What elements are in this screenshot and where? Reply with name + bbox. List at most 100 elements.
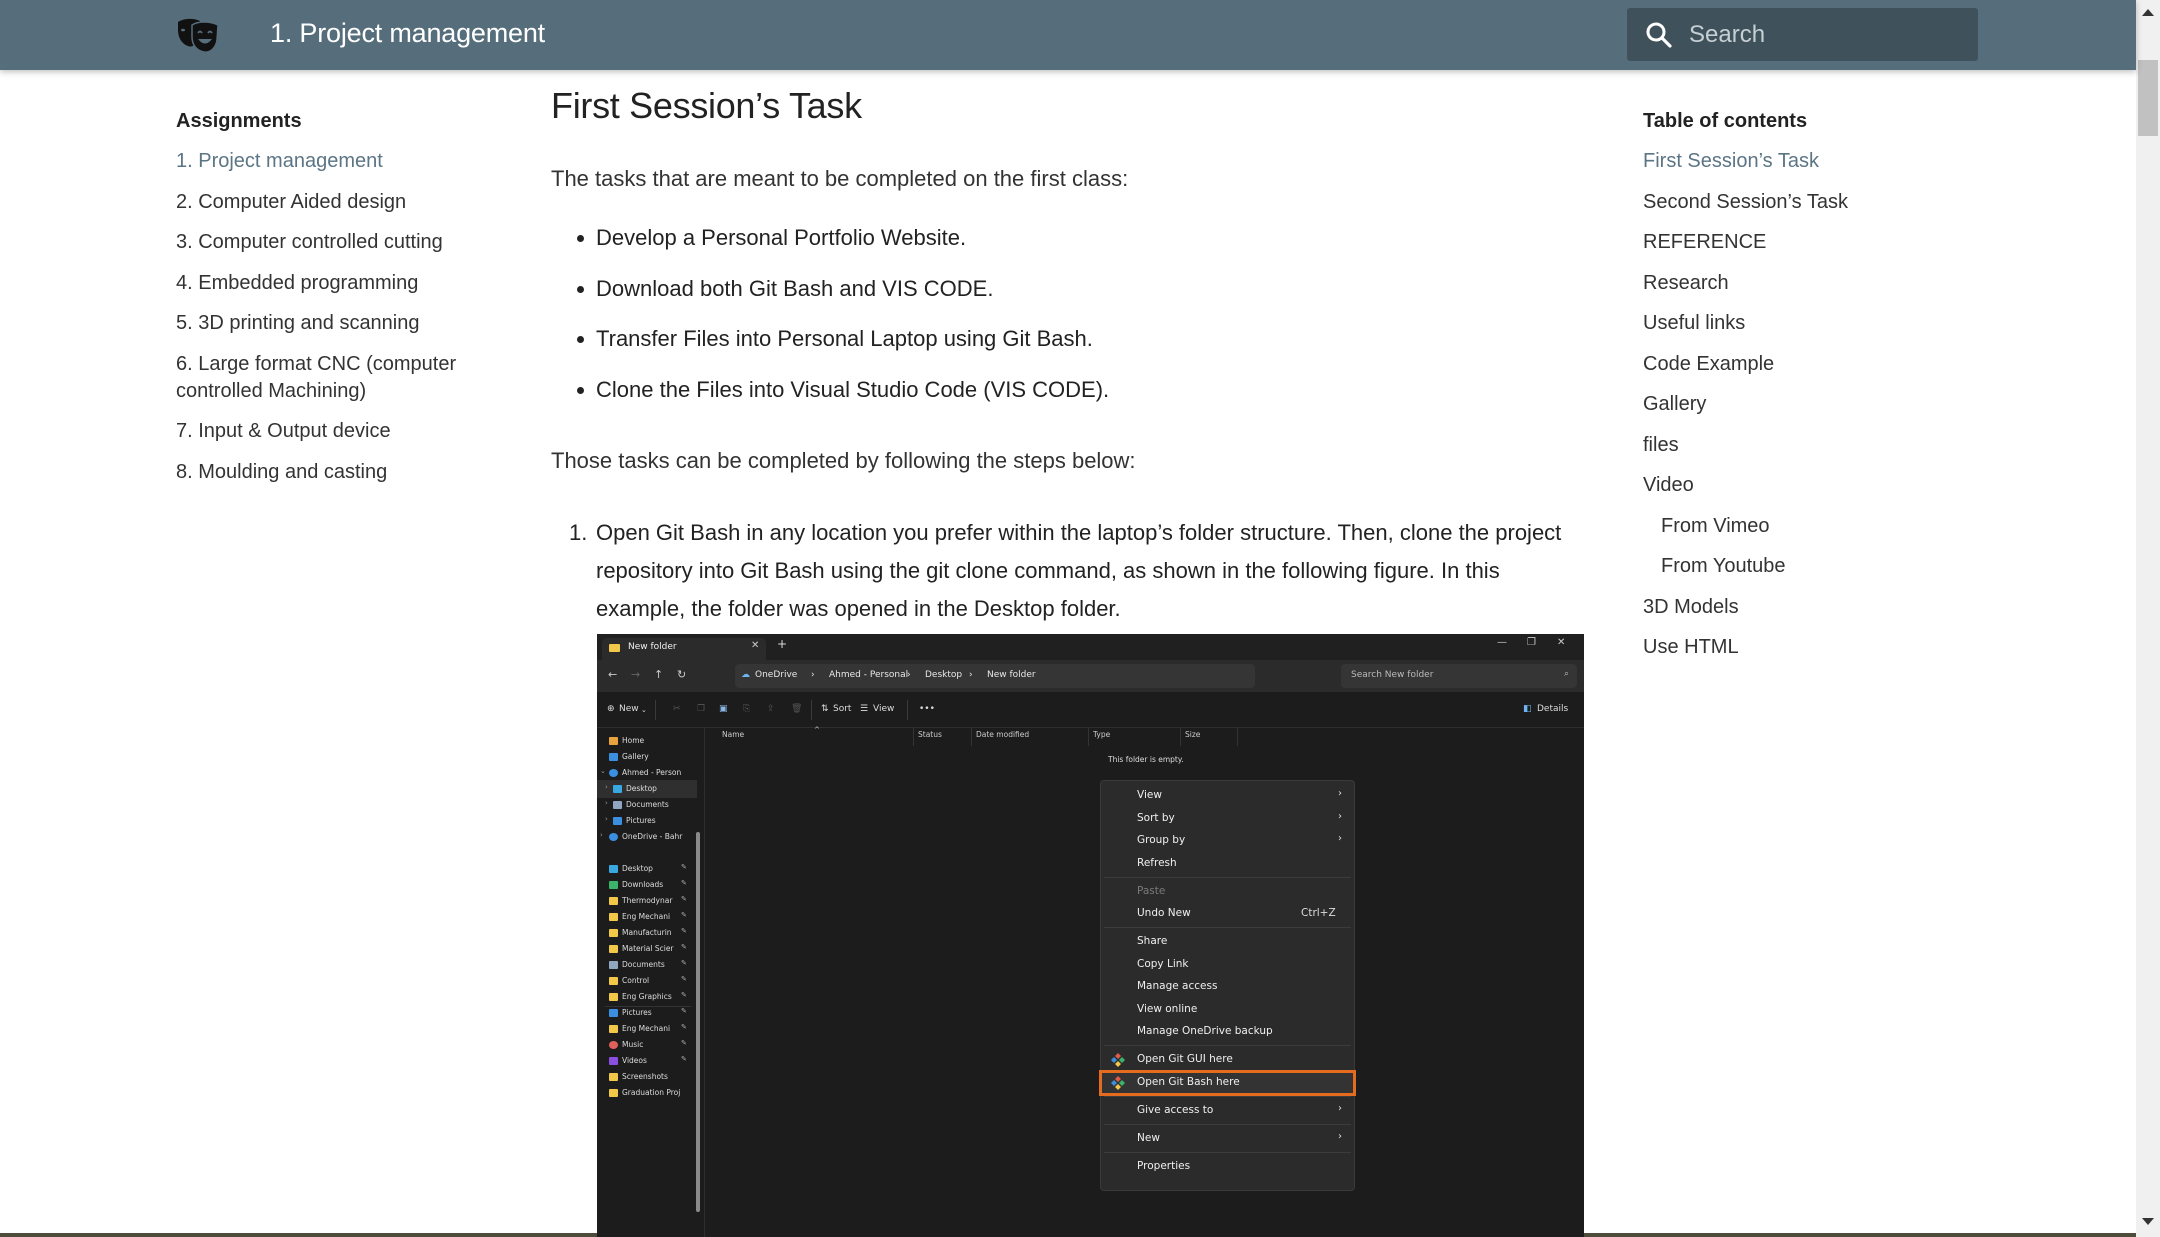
page-header-title: 1. Project management	[270, 18, 545, 48]
copy-icon: ❐	[697, 704, 706, 714]
steps-intro: Those tasks can be completed by followin…	[551, 448, 1136, 473]
pin-icon: ✎	[681, 879, 687, 887]
context-menu-item: Share	[1101, 931, 1354, 953]
column-header-name: Name	[722, 730, 745, 739]
explorer-sidebar-label: Manufacturin	[622, 928, 672, 937]
search-box[interactable]	[1627, 8, 1978, 61]
explorer-tab-bar: New folder ✕ + — ❐ ✕	[597, 634, 1584, 660]
step-text: Open Git Bash in any location you prefer…	[596, 520, 1562, 621]
toc-item[interactable]: REFERENCE	[1643, 229, 2103, 256]
context-menu-label: Properties	[1137, 1159, 1191, 1172]
folder-icon	[609, 897, 618, 905]
chevron-right-icon: ›	[1338, 1102, 1342, 1114]
toc-heading: Table of contents	[1643, 110, 1808, 132]
task-text: Clone the Files into Visual Studio Code …	[596, 376, 1110, 402]
videos-icon	[609, 1057, 618, 1065]
toc-item[interactable]: From Vimeo	[1643, 513, 2103, 540]
explorer-sidebar-label: Graduation Proj	[622, 1088, 681, 1097]
nav-item-project-management[interactable]: 1. Project management	[176, 148, 516, 175]
toc-item[interactable]: Second Session’s Task	[1643, 189, 2103, 216]
context-menu-item: Open Git Bash here	[1099, 1069, 1356, 1096]
pin-icon: ✎	[681, 943, 687, 951]
context-menu-item: Manage OneDrive backup	[1101, 1021, 1354, 1043]
view-icon: ☰	[860, 704, 869, 714]
new-plus-icon: ⊕	[607, 704, 615, 714]
nav-item-moulding-casting[interactable]: 8. Moulding and casting	[176, 459, 516, 486]
context-menu-label: Open Git GUI here	[1137, 1053, 1233, 1065]
nav-item-embedded-programming[interactable]: 4. Embedded programming	[176, 270, 516, 297]
toc-item[interactable]: Gallery	[1643, 391, 2103, 418]
task-text: Develop a Personal Portfolio Website.	[596, 225, 967, 250]
explorer-sidebar-label: Thermodynar	[622, 896, 673, 905]
menu-separator	[1104, 1095, 1351, 1097]
scrollbar-thumb[interactable]	[2138, 60, 2158, 136]
context-menu-label: Paste	[1137, 884, 1166, 897]
context-menu-label: View online	[1137, 1002, 1198, 1015]
explorer-sidebar-label: Material Scier	[622, 944, 674, 953]
close-icon: ✕	[751, 640, 760, 651]
explorer-address-bar: ← → ↑ ↻ ☁ OneDrive › Ahmed - Personal › …	[597, 660, 1584, 692]
context-menu-label: Undo New	[1137, 907, 1191, 919]
page-title: First Session’s Task	[551, 85, 862, 126]
pin-icon: ✎	[681, 895, 687, 903]
nav-item-computer-aided-design[interactable]: 2. Computer Aided design	[176, 189, 516, 216]
explorer-search-placeholder: Search New folder	[1351, 670, 1434, 680]
nav-item-3d-printing[interactable]: 5. 3D printing and scanning	[176, 310, 516, 337]
home-icon	[609, 737, 618, 745]
git-icon	[1111, 1053, 1125, 1067]
explorer-sidebar-label: Pictures	[626, 816, 656, 825]
search-input[interactable]	[1689, 8, 1969, 61]
nav-item-input-output[interactable]: 7. Input & Output device	[176, 418, 516, 445]
toolbar-divider	[655, 700, 656, 720]
back-arrow-icon: ←	[608, 668, 618, 681]
page-scrollbar[interactable]	[2136, 0, 2160, 1237]
forward-arrow-icon: →	[631, 668, 641, 681]
toc-item[interactable]: Research	[1643, 270, 2103, 297]
chevron-down-icon: ⌄	[641, 706, 647, 714]
delete-icon: 🗑	[791, 704, 803, 714]
scroll-down-arrow-icon[interactable]	[2142, 1218, 2154, 1225]
toc-item[interactable]: Video	[1643, 472, 2103, 499]
step-number: 1.	[569, 520, 588, 545]
scroll-up-arrow-icon[interactable]	[2142, 9, 2154, 16]
nav-item-computer-controlled-cutting[interactable]: 3. Computer controlled cutting	[176, 229, 516, 256]
cloud-icon: ☁	[741, 670, 750, 680]
explorer-sidebar-label: Screenshots	[622, 1072, 668, 1081]
task-item: Download both Git Bash and VIS CODE.	[551, 273, 1591, 324]
column-divider	[913, 728, 914, 746]
restore-icon: ❐	[1527, 637, 1536, 648]
toc-item[interactable]: Use HTML	[1643, 634, 2103, 661]
nav-item-large-format-cnc[interactable]: 6. Large format CNC (computer controlled…	[176, 351, 516, 405]
empty-folder-message: This folder is empty.	[1108, 755, 1184, 764]
music-icon	[609, 1041, 618, 1049]
task-text: Download both Git Bash and VIS CODE.	[596, 275, 994, 301]
search-icon	[1646, 22, 1672, 48]
explorer-sidebar-label: Eng Mechani	[622, 1024, 671, 1033]
context-menu-item: Open Git GUI here	[1101, 1049, 1354, 1071]
toc-item[interactable]: files	[1643, 432, 2103, 459]
sort-caret-icon: ^	[814, 726, 820, 734]
context-menu-item: Sort by ›	[1101, 808, 1354, 830]
toc-item[interactable]: 3D Models	[1643, 594, 2103, 621]
explorer-sidebar-label: Pictures	[622, 1008, 652, 1017]
toc-item[interactable]: Code Example	[1643, 351, 2103, 378]
theater-masks-icon[interactable]	[176, 16, 224, 54]
breadcrumb-item: Ahmed - Personal	[829, 670, 909, 680]
explorer-sidebar-label: Videos	[622, 1056, 647, 1065]
toc-item[interactable]: Useful links	[1643, 310, 2103, 337]
context-menu-label: Give access to	[1137, 1103, 1214, 1116]
bullet-icon	[577, 235, 584, 242]
cut-icon: ✂	[673, 704, 681, 714]
folder-icon	[609, 1073, 618, 1081]
explorer-search: Search New folder ⌕	[1341, 664, 1577, 688]
explorer-sidebar-label: Desktop	[622, 864, 653, 873]
main-content: First Session’s Task The tasks that are …	[551, 82, 1591, 628]
toc-item[interactable]: From Youtube	[1643, 553, 2103, 580]
cloud-icon	[609, 833, 618, 841]
up-arrow-icon: ↑	[654, 668, 664, 681]
pin-icon: ✎	[681, 1023, 687, 1031]
pin-icon: ✎	[681, 975, 687, 983]
toc-item[interactable]: First Session’s Task	[1643, 148, 2103, 175]
column-divider	[971, 728, 972, 746]
explorer-sidebar-label: Eng Graphics	[622, 992, 672, 1001]
